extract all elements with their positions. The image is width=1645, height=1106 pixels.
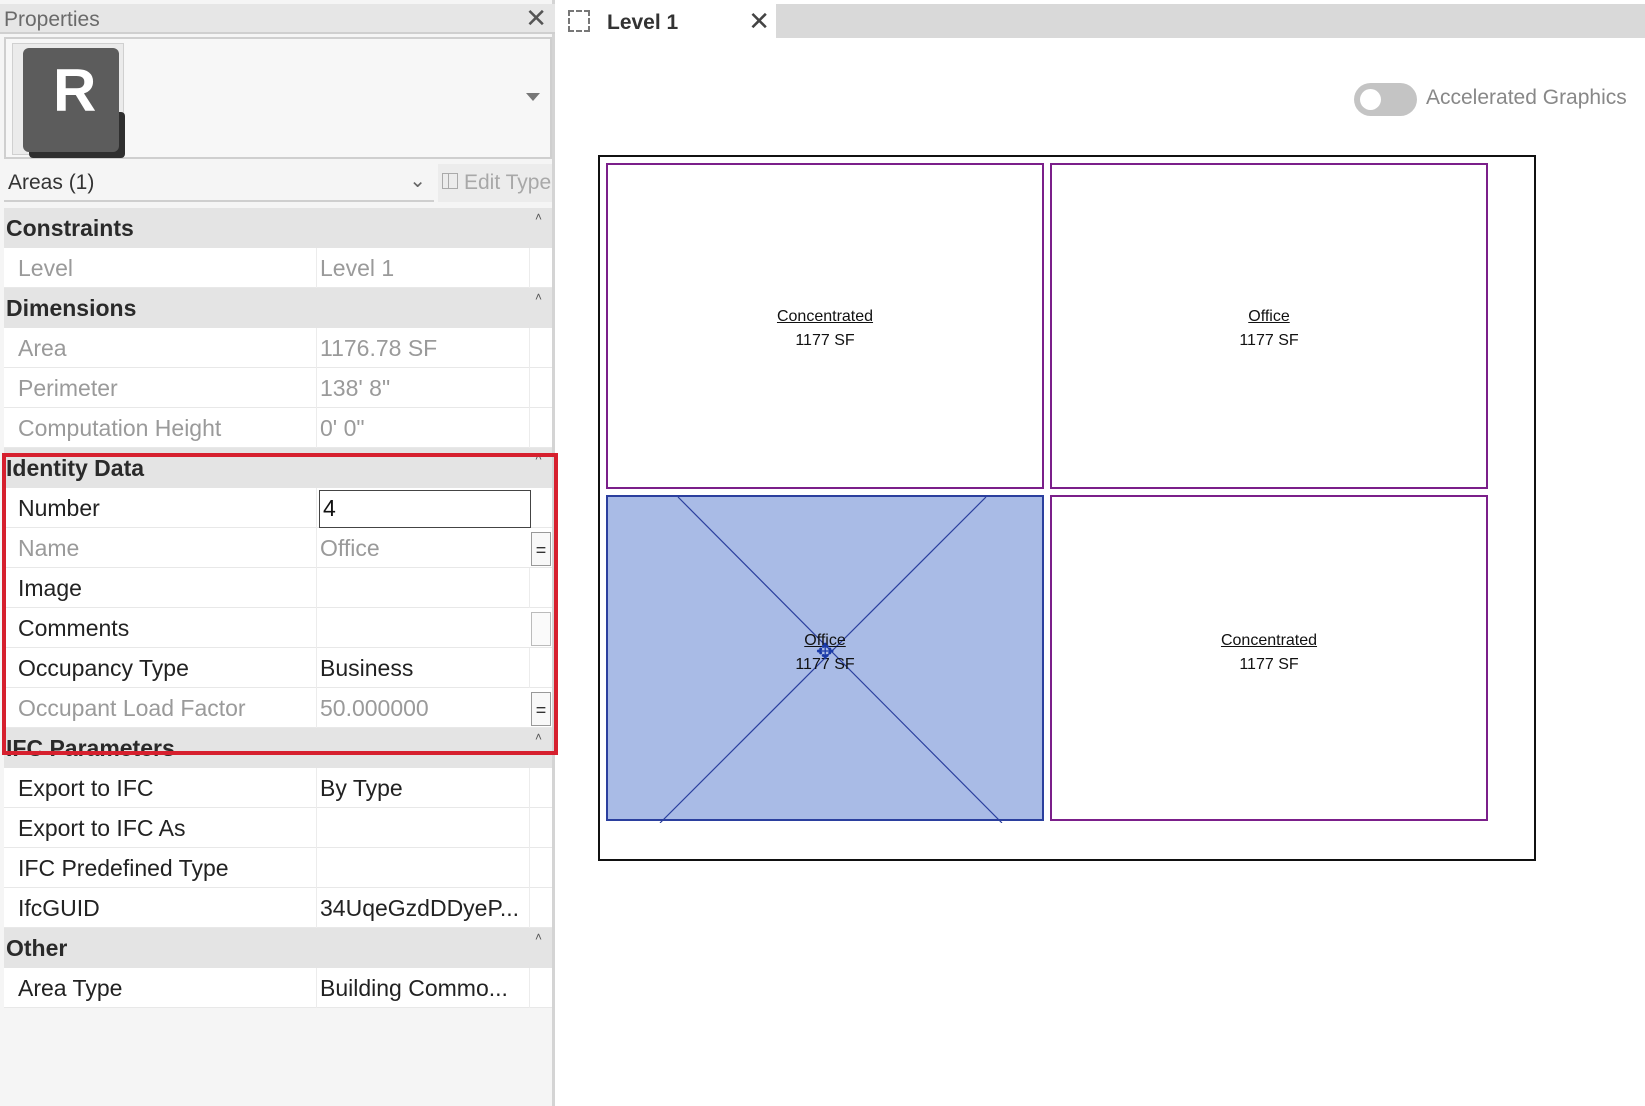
number-input[interactable]: 4 xyxy=(319,490,531,528)
type-selector[interactable]: R xyxy=(4,37,552,159)
property-name: Image xyxy=(18,575,82,601)
property-row-number: Number 4 xyxy=(4,488,552,528)
property-row-computation-height: Computation Height 0' 0" xyxy=(4,408,552,448)
move-cursor-icon: ✥ xyxy=(816,639,835,664)
property-value: 0' 0" xyxy=(320,415,365,441)
property-name: Level xyxy=(18,255,73,281)
area-name-tag: Office xyxy=(1248,308,1290,325)
property-row-area: Area 1176.78 SF xyxy=(4,328,552,368)
property-value: 138' 8" xyxy=(320,375,391,401)
property-row-occupancy-type[interactable]: Occupancy Type Business xyxy=(4,648,552,688)
property-name: Export to IFC xyxy=(18,775,154,801)
collapse-icon[interactable]: ˄ xyxy=(535,930,542,944)
edit-type-label: Edit Type xyxy=(464,171,552,194)
chevron-down-icon: ⌄ xyxy=(409,170,426,192)
property-row-occupant-load-factor: Occupant Load Factor 50.000000 = xyxy=(4,688,552,728)
associate-parameter-button[interactable] xyxy=(531,612,551,646)
property-row-export-to-ifc-as[interactable]: Export to IFC As xyxy=(4,808,552,848)
property-row-comments[interactable]: Comments xyxy=(4,608,552,648)
edit-type-icon xyxy=(442,173,458,189)
collapse-icon[interactable]: ˄ xyxy=(535,730,542,744)
close-icon[interactable]: ✕ xyxy=(748,6,770,37)
property-value[interactable]: Building Commo... xyxy=(320,975,530,1002)
caret-down-icon[interactable] xyxy=(526,93,540,101)
revit-logo: R xyxy=(12,43,125,158)
group-header-identity-data[interactable]: Identity Data ˄ xyxy=(4,448,552,488)
property-row-name: Name Office = xyxy=(4,528,552,568)
group-header-ifc-parameters[interactable]: IFC Parameters ˄ xyxy=(4,728,552,768)
property-value[interactable]: 34UqeGzdDDyeP... xyxy=(320,895,530,922)
property-name: Comments xyxy=(18,615,130,641)
property-value[interactable]: Business xyxy=(320,655,530,682)
group-header-dimensions[interactable]: Dimensions ˄ xyxy=(4,288,552,328)
property-name: Export to IFC As xyxy=(18,815,186,841)
property-value[interactable]: By Type xyxy=(320,775,530,802)
view-tab-strip: Level 1 ✕ xyxy=(558,4,1645,38)
property-name: Name xyxy=(18,535,80,561)
close-icon[interactable]: ✕ xyxy=(525,5,547,31)
tab-level-1[interactable]: Level 1 ✕ xyxy=(558,4,776,38)
property-name: Occupant Load Factor xyxy=(18,695,246,721)
filter-row: Areas (1) ⌄ Edit Type xyxy=(0,164,555,204)
accelerated-graphics-label: Accelerated Graphics xyxy=(1426,86,1627,109)
element-filter-label: Areas (1) xyxy=(8,171,95,194)
property-value: 1176.78 SF xyxy=(320,335,438,361)
property-value: 50.000000 xyxy=(320,695,429,721)
properties-panel: Properties ✕ R Areas (1) ⌄ Edit Type Con… xyxy=(0,0,555,1106)
area-value-tag: 1177 SF xyxy=(1239,656,1299,673)
group-header-constraints[interactable]: Constraints ˄ xyxy=(4,208,552,248)
area-office-bottom-left-selected[interactable]: Office 1177 SF ✥ xyxy=(606,495,1044,823)
property-name: Perimeter xyxy=(18,375,118,401)
property-row-image[interactable]: Image xyxy=(4,568,552,608)
group-label: Constraints xyxy=(6,215,134,241)
area-value-tag: 1177 SF xyxy=(795,332,855,349)
property-row-ifc-predefined-type[interactable]: IFC Predefined Type xyxy=(4,848,552,888)
property-name: IfcGUID xyxy=(18,895,100,921)
property-row-perimeter: Perimeter 138' 8" xyxy=(4,368,552,408)
associate-parameter-button[interactable]: = xyxy=(531,532,551,566)
group-label: Other xyxy=(6,935,68,961)
area-office-top-right[interactable]: Office 1177 SF xyxy=(1050,163,1488,489)
tab-label: Level 1 xyxy=(607,11,679,34)
edit-type-button[interactable]: Edit Type xyxy=(438,164,552,202)
area-concentrated-bottom-right[interactable]: Concentrated 1177 SF xyxy=(1050,495,1488,821)
area-name-tag: Concentrated xyxy=(776,308,874,325)
group-header-other[interactable]: Other ˄ xyxy=(4,928,552,968)
properties-title-bar: Properties ✕ xyxy=(0,4,555,34)
group-label: Dimensions xyxy=(6,295,137,321)
property-row-level: Level Level 1 xyxy=(4,248,552,288)
view-plan-icon xyxy=(568,10,590,32)
property-name: IFC Predefined Type xyxy=(18,855,229,881)
collapse-icon[interactable]: ˄ xyxy=(535,290,542,304)
property-value: Office xyxy=(320,535,380,561)
property-name: Occupancy Type xyxy=(18,655,189,681)
group-label: Identity Data xyxy=(6,455,145,481)
property-row-ifcguid[interactable]: IfcGUID 34UqeGzdDDyeP... xyxy=(4,888,552,928)
property-value: Level 1 xyxy=(320,255,395,281)
properties-grid: Constraints ˄ Level Level 1 Dimensions ˄… xyxy=(4,208,552,1008)
area-name-tag: Concentrated xyxy=(1220,632,1318,649)
property-name: Computation Height xyxy=(18,415,222,441)
area-value-tag: 1177 SF xyxy=(1239,332,1299,349)
accelerated-graphics-toggle[interactable] xyxy=(1354,83,1417,116)
property-name: Number xyxy=(18,495,100,521)
group-label: IFC Parameters xyxy=(6,735,175,761)
floor-plan: Concentrated 1177 SF Office 1177 SF Offi… xyxy=(598,155,1536,861)
number-input-value: 4 xyxy=(323,495,336,521)
property-row-export-to-ifc[interactable]: Export to IFC By Type xyxy=(4,768,552,808)
element-filter-dropdown[interactable]: Areas (1) ⌄ xyxy=(4,164,434,202)
collapse-icon[interactable]: ˄ xyxy=(535,210,542,224)
property-name: Area xyxy=(18,335,67,361)
toggle-knob xyxy=(1360,89,1381,110)
property-name: Area Type xyxy=(18,975,123,1001)
collapse-icon[interactable]: ˄ xyxy=(535,450,542,464)
area-concentrated-top-left[interactable]: Concentrated 1177 SF xyxy=(606,163,1044,489)
associate-parameter-button[interactable]: = xyxy=(531,692,551,726)
properties-title: Properties xyxy=(4,8,100,31)
property-row-area-type[interactable]: Area Type Building Commo... xyxy=(4,968,552,1008)
